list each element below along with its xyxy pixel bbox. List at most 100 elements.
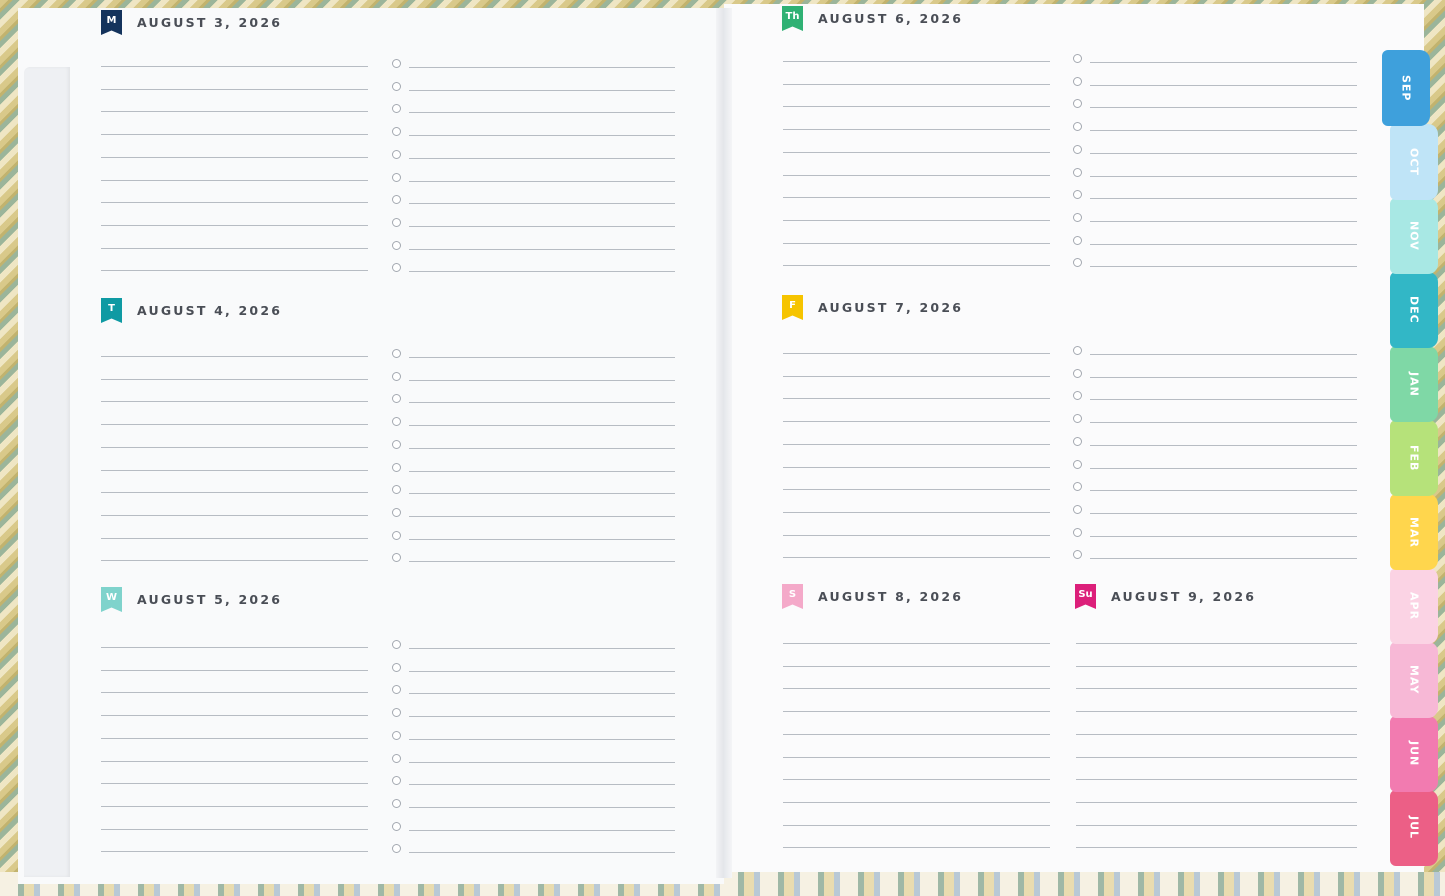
saturday-line[interactable] bbox=[783, 665, 1050, 667]
thursday-line[interactable] bbox=[783, 174, 1050, 176]
month-tab-jan[interactable]: JAN bbox=[1390, 346, 1438, 422]
wednesday-todo-line[interactable] bbox=[409, 784, 675, 786]
tuesday-todo-line[interactable] bbox=[409, 470, 675, 472]
friday-todo-line[interactable] bbox=[1090, 376, 1357, 378]
wednesday-checkbox[interactable] bbox=[392, 753, 401, 763]
tuesday-checkbox[interactable] bbox=[392, 507, 401, 517]
friday-todo-line[interactable] bbox=[1090, 467, 1357, 469]
friday-checkbox[interactable] bbox=[1073, 504, 1082, 514]
thursday-todo-line[interactable] bbox=[1090, 107, 1357, 109]
tuesday-todo-line[interactable] bbox=[409, 561, 675, 563]
friday-checkbox[interactable] bbox=[1073, 368, 1082, 378]
tuesday-todo-line[interactable] bbox=[409, 515, 675, 517]
thursday-todo-line[interactable] bbox=[1090, 62, 1357, 63]
monday-checkbox[interactable] bbox=[392, 240, 401, 250]
thursday-todo-line[interactable] bbox=[1090, 152, 1357, 154]
thursday-todo-line[interactable] bbox=[1090, 130, 1357, 132]
friday-line[interactable] bbox=[783, 353, 1050, 354]
month-tab-apr[interactable]: APR bbox=[1390, 568, 1438, 644]
monday-line[interactable] bbox=[101, 247, 368, 249]
wednesday-checkbox[interactable] bbox=[392, 798, 401, 808]
saturday-line[interactable] bbox=[783, 756, 1050, 758]
tuesday-todo-line[interactable] bbox=[409, 493, 675, 495]
tuesday-line[interactable] bbox=[101, 492, 368, 494]
thursday-checkbox[interactable] bbox=[1073, 212, 1082, 222]
month-tab-jun[interactable]: JUN bbox=[1390, 716, 1438, 792]
friday-line[interactable] bbox=[783, 489, 1050, 491]
tuesday-line[interactable] bbox=[101, 401, 368, 403]
friday-line[interactable] bbox=[783, 443, 1050, 445]
wednesday-todo-line[interactable] bbox=[409, 761, 675, 763]
monday-todo-line[interactable] bbox=[409, 135, 675, 137]
tuesday-line[interactable] bbox=[101, 356, 368, 357]
thursday-line[interactable] bbox=[783, 129, 1050, 131]
thursday-todo-line[interactable] bbox=[1090, 220, 1357, 222]
thursday-checkbox[interactable] bbox=[1073, 54, 1082, 63]
tuesday-line[interactable] bbox=[101, 537, 368, 539]
wednesday-todo-line[interactable] bbox=[409, 852, 675, 854]
wednesday-todo-line[interactable] bbox=[409, 806, 675, 808]
thursday-line[interactable] bbox=[783, 242, 1050, 244]
month-tab-nov[interactable]: NOV bbox=[1390, 198, 1438, 274]
friday-line[interactable] bbox=[783, 421, 1050, 423]
sunday-line[interactable] bbox=[1076, 733, 1357, 735]
thursday-line[interactable] bbox=[783, 197, 1050, 199]
thursday-checkbox[interactable] bbox=[1073, 235, 1082, 245]
month-tab-dec[interactable]: DEC bbox=[1390, 272, 1438, 348]
tuesday-todo-line[interactable] bbox=[409, 357, 675, 358]
saturday-line[interactable] bbox=[783, 688, 1050, 690]
wednesday-line[interactable] bbox=[101, 851, 368, 853]
wednesday-line[interactable] bbox=[101, 647, 368, 648]
wednesday-todo-line[interactable] bbox=[409, 738, 675, 740]
friday-line[interactable] bbox=[783, 375, 1050, 377]
monday-todo-line[interactable] bbox=[409, 248, 675, 250]
tuesday-todo-line[interactable] bbox=[409, 425, 675, 427]
thursday-line[interactable] bbox=[783, 219, 1050, 221]
wednesday-todo-line[interactable] bbox=[409, 648, 675, 649]
thursday-todo-line[interactable] bbox=[1090, 198, 1357, 200]
friday-checkbox[interactable] bbox=[1073, 527, 1082, 537]
month-tab-oct[interactable]: OCT bbox=[1390, 124, 1438, 200]
sunday-line[interactable] bbox=[1076, 711, 1357, 713]
wednesday-todo-line[interactable] bbox=[409, 670, 675, 672]
monday-line[interactable] bbox=[101, 134, 368, 136]
saturday-line[interactable] bbox=[783, 824, 1050, 826]
monday-todo-line[interactable] bbox=[409, 89, 675, 91]
monday-todo-line[interactable] bbox=[409, 203, 675, 205]
wednesday-line[interactable] bbox=[101, 715, 368, 717]
friday-todo-line[interactable] bbox=[1090, 422, 1357, 424]
thursday-checkbox[interactable] bbox=[1073, 76, 1082, 86]
wednesday-checkbox[interactable] bbox=[392, 730, 401, 740]
wednesday-line[interactable] bbox=[101, 737, 368, 739]
monday-checkbox[interactable] bbox=[392, 149, 401, 159]
tuesday-line[interactable] bbox=[101, 469, 368, 471]
friday-todo-line[interactable] bbox=[1090, 535, 1357, 537]
friday-line[interactable] bbox=[783, 466, 1050, 468]
saturday-line[interactable] bbox=[783, 711, 1050, 713]
tuesday-checkbox[interactable] bbox=[392, 530, 401, 540]
friday-todo-line[interactable] bbox=[1090, 490, 1357, 492]
thursday-todo-line[interactable] bbox=[1090, 175, 1357, 177]
wednesday-todo-line[interactable] bbox=[409, 829, 675, 831]
monday-checkbox[interactable] bbox=[392, 59, 401, 68]
sunday-line[interactable] bbox=[1076, 824, 1357, 826]
tuesday-line[interactable] bbox=[101, 424, 368, 426]
month-tab-jul[interactable]: JUL bbox=[1390, 790, 1438, 866]
wednesday-line[interactable] bbox=[101, 828, 368, 830]
wednesday-line[interactable] bbox=[101, 669, 368, 671]
sunday-line[interactable] bbox=[1076, 688, 1357, 690]
monday-line[interactable] bbox=[101, 224, 368, 226]
tuesday-todo-line[interactable] bbox=[409, 379, 675, 381]
friday-checkbox[interactable] bbox=[1073, 436, 1082, 446]
thursday-line[interactable] bbox=[783, 83, 1050, 85]
sunday-line[interactable] bbox=[1076, 801, 1357, 803]
saturday-line[interactable] bbox=[783, 733, 1050, 735]
friday-todo-line[interactable] bbox=[1090, 399, 1357, 401]
saturday-line[interactable] bbox=[783, 801, 1050, 803]
thursday-todo-line[interactable] bbox=[1090, 243, 1357, 245]
friday-todo-line[interactable] bbox=[1090, 512, 1357, 514]
tuesday-line[interactable] bbox=[101, 514, 368, 516]
wednesday-line[interactable] bbox=[101, 760, 368, 762]
tuesday-todo-line[interactable] bbox=[409, 447, 675, 449]
thursday-line[interactable] bbox=[783, 151, 1050, 153]
